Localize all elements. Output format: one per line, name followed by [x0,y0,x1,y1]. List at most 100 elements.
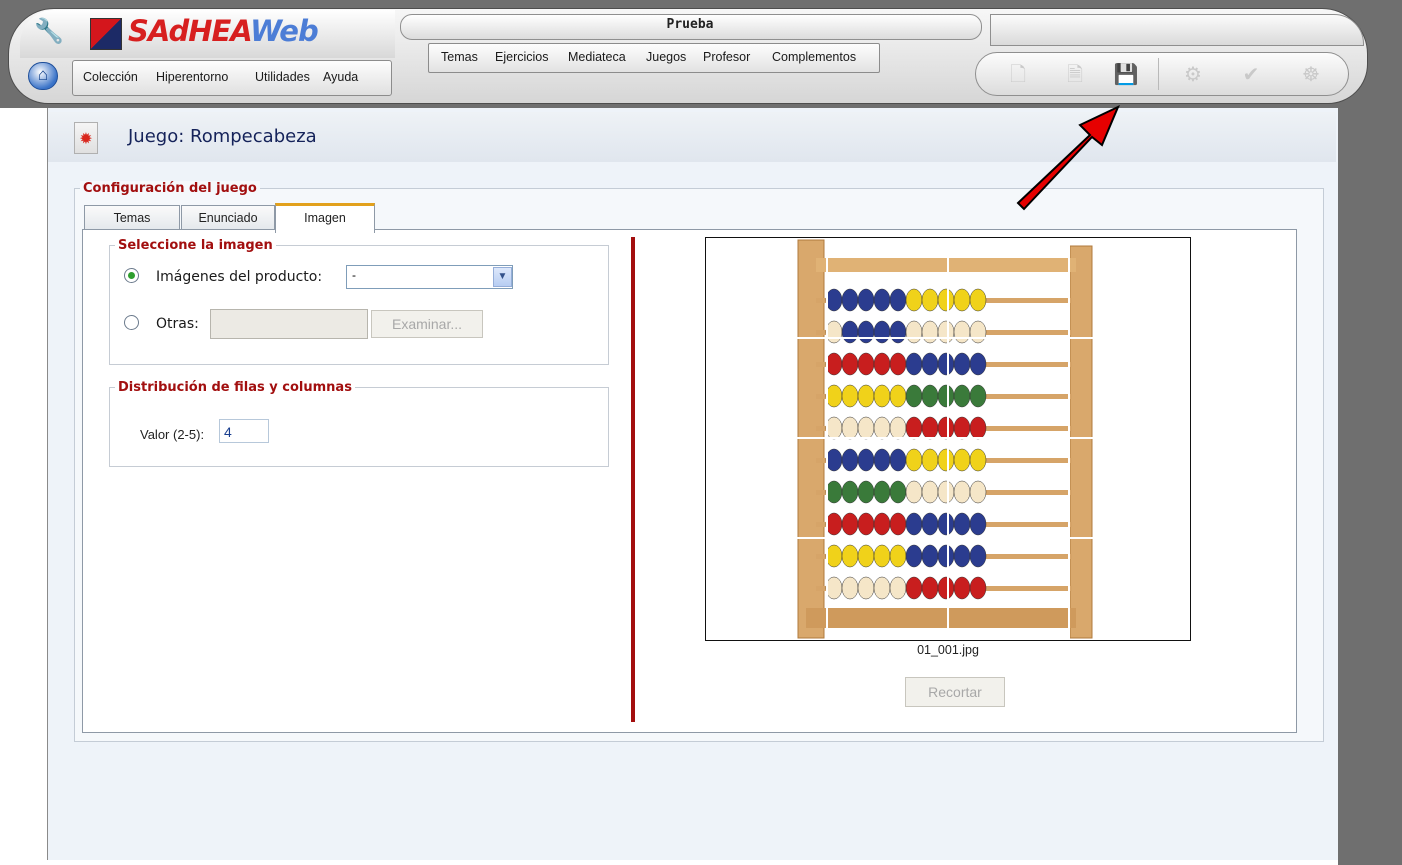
abacus-bead [953,480,971,504]
abacus-bead [873,480,891,504]
abacus-image [706,238,1190,640]
abacus-bead [905,352,923,376]
abacus-bead [905,416,923,440]
toolbar [975,52,1349,96]
abacus-bead [873,448,891,472]
menu-coleccion[interactable]: Colección [83,70,138,84]
abacus-bead [825,352,843,376]
abacus-bead [937,512,955,536]
menu-ayuda[interactable]: Ayuda [323,70,358,84]
menu-ejercicios[interactable]: Ejercicios [495,50,549,64]
abacus-bead [889,320,907,344]
abacus-bead [841,576,859,600]
abacus-bead [825,384,843,408]
abacus-bead [889,288,907,312]
abacus-bead [953,512,971,536]
config-legend: Configuración del juego [80,181,260,196]
abacus-bead [953,288,971,312]
abacus-bead [921,352,939,376]
image-filename: 01_001.jpg [917,643,979,657]
abacus-bead [969,544,987,568]
menu-utilidades[interactable]: Utilidades [255,70,310,84]
home-icon[interactable]: ⌂ [28,62,58,90]
menu-mediateca[interactable]: Mediateca [568,50,626,64]
abacus-bead [969,352,987,376]
abacus-bead [841,288,859,312]
abacus-bead [937,576,955,600]
abacus-bead [905,288,923,312]
wrench-icon[interactable]: 🔧 [34,18,64,46]
menu-juegos[interactable]: Juegos [646,50,686,64]
logo-icon [90,18,122,50]
settings-icon[interactable]: ⚙ [1180,62,1206,88]
abacus-bead [825,576,843,600]
abacus-bead [841,544,859,568]
abacus-bead [841,416,859,440]
abacus-bead [969,288,987,312]
main-menu: Temas Ejercicios Mediateca Juegos Profes… [428,43,880,73]
app-logo: SAdHEAWeb [128,14,319,48]
image-preview [705,237,1191,641]
grid-size-input[interactable]: 4 [219,419,269,443]
abacus-bead [857,448,875,472]
distribution-legend: Distribución de filas y columnas [115,380,355,395]
tab-imagen[interactable]: Imagen [275,203,375,233]
radio-selected-dot [128,272,135,279]
select-image-fieldset [109,245,609,365]
abacus-bead [921,288,939,312]
abacus-bead [889,576,907,600]
abacus-bead [873,320,891,344]
abacus-bead [921,576,939,600]
edit-document-icon[interactable]: 🗎 [1062,62,1088,88]
abacus-bead [921,320,939,344]
browse-button[interactable]: Examinar... [371,310,483,338]
abacus-bead [953,352,971,376]
document-title: Prueba [666,17,714,32]
window-background [1338,108,1402,865]
save-icon[interactable]: 💾 [1113,62,1139,88]
abacus-bead [825,448,843,472]
other-image-label: Otras: [156,316,199,332]
abacus-bead [857,416,875,440]
new-document-icon[interactable]: 🗋 [1005,62,1031,88]
abacus-bead [873,576,891,600]
abacus-bead [953,544,971,568]
abacus-bead [825,544,843,568]
abacus-bead [841,384,859,408]
menu-hiperentorno[interactable]: Hiperentorno [156,70,228,84]
abacus-bead [937,352,955,376]
menu-temas[interactable]: Temas [441,50,478,64]
abacus-bead [857,288,875,312]
tab-enunciado[interactable]: Enunciado [181,205,275,230]
abacus-bead [857,384,875,408]
other-image-radio[interactable] [124,315,139,330]
abacus-bead [921,480,939,504]
abacus-bead [873,512,891,536]
puzzle-icon: ✹ [74,122,98,154]
abacus-bead [969,576,987,600]
abacus-bead [905,320,923,344]
abacus-bead [889,416,907,440]
abacus-bead [889,352,907,376]
config-icon[interactable]: ☸ [1298,62,1324,88]
abacus-bead [873,352,891,376]
chevron-down-icon[interactable]: ▼ [493,267,512,287]
abacus-bead [937,416,955,440]
product-images-select[interactable] [346,265,513,289]
product-images-label: Imágenes del producto: [156,269,323,285]
abacus-bead [953,320,971,344]
other-image-input[interactable] [210,309,368,339]
check-icon[interactable]: ✔ [1238,62,1264,88]
abacus-bead [857,512,875,536]
abacus-bead [905,576,923,600]
menu-profesor[interactable]: Profesor [703,50,750,64]
abacus-bead [937,448,955,472]
product-images-radio[interactable] [124,268,139,283]
tab-temas[interactable]: Temas [84,205,180,230]
crop-button[interactable]: Recortar [905,677,1005,707]
select-image-legend: Seleccione la imagen [115,238,276,253]
abacus-bead [841,320,859,344]
menu-complementos[interactable]: Complementos [772,50,856,64]
page-title: Juego: Rompecabeza [128,126,317,147]
abacus-bead [825,512,843,536]
